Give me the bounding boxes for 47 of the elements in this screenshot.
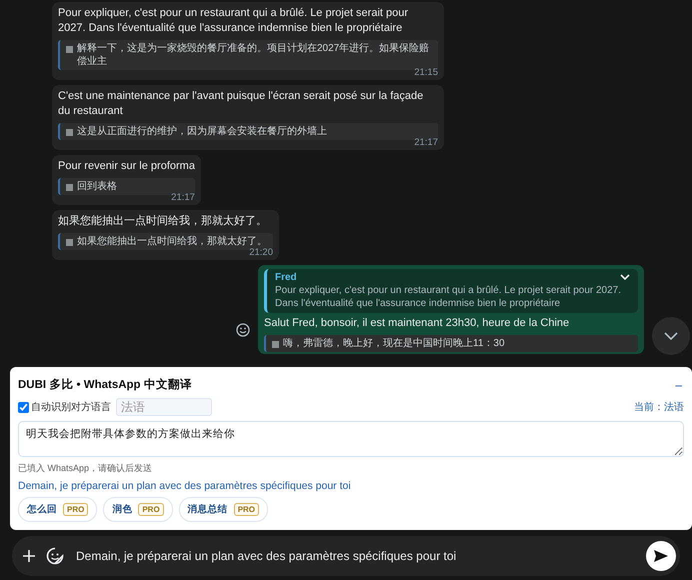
pro-badge: PRO bbox=[234, 503, 260, 516]
message-time: 21:20 bbox=[249, 247, 273, 258]
pro-badge: PRO bbox=[138, 503, 164, 516]
quote-text: Pour expliquer, c'est pour un restaurant qui a brûlé. Le projet serait pour 2027. Dans l'éventualité que l'assurance indemnise bien le propriétaire bbox=[275, 284, 622, 310]
message-text: C'est une maintenance par l'avant puisque l'écran serait posé sur la façade du restaurant bbox=[58, 89, 424, 119]
translation-result: Demain, je préparerai un plan avec des paramètres spécifiques pour toi bbox=[18, 480, 352, 492]
language-field[interactable]: 法语 bbox=[116, 398, 212, 416]
translate-icon bbox=[66, 184, 73, 191]
message-time: 21:17 bbox=[171, 192, 195, 203]
message-input[interactable]: Demain, je préparerai un plan avec des paramètres spécifiques pour toi bbox=[12, 536, 680, 576]
minimize-button[interactable]: – bbox=[673, 378, 684, 392]
translation-text: 解释一下，这是为一家烧毁的餐厅准备的。项目计划在2027年进行。如果保险赔偿业主 bbox=[77, 42, 430, 68]
panel-title: DUBI 多比 • WhatsApp 中文翻译 bbox=[18, 377, 192, 392]
status-hint: 已填入 WhatsApp，请确认后发送 bbox=[18, 462, 154, 475]
send-button[interactable] bbox=[646, 541, 676, 571]
message-text-input[interactable]: Demain, je préparerai un plan avec des paramètres spécifiques pour toi bbox=[74, 548, 636, 564]
message-text: Pour revenir sur le proforma bbox=[58, 159, 195, 174]
translation-text: 嗨，弗雷德，晚上好，现在是中国时间晚上11：30 bbox=[283, 337, 505, 350]
message-text: 如果您能抽出一点时间给我，那就太好了。 bbox=[58, 214, 268, 229]
quote-author: Fred bbox=[275, 272, 297, 283]
chevron-down-icon[interactable] bbox=[620, 274, 630, 281]
auto-detect-checkbox[interactable] bbox=[18, 402, 29, 412]
sticker-icon[interactable] bbox=[46, 547, 64, 565]
source-text-field[interactable]: 明天我会把附带具体参数的方案做出来给你 bbox=[18, 421, 684, 457]
message-time: 21:15 bbox=[414, 67, 438, 78]
message-text: Salut Fred, bonsoir, il est maintenant 23h30, heure de la Chine bbox=[264, 316, 570, 331]
action-chip[interactable]: 润色 PRO bbox=[103, 497, 173, 522]
translation-text: 回到表格 bbox=[77, 180, 117, 193]
translation-text: 这是从正面进行的维护，因为屏幕会安装在餐厅的外墙上 bbox=[77, 125, 327, 138]
emoji-icon[interactable] bbox=[236, 322, 250, 336]
scroll-down-button[interactable] bbox=[652, 317, 690, 355]
send-icon bbox=[653, 549, 669, 563]
translation-text: 如果您能抽出一点时间给我，那就太好了。 bbox=[77, 235, 267, 248]
pro-badge: PRO bbox=[63, 503, 88, 516]
action-chip[interactable]: 消息总结 PRO bbox=[178, 497, 268, 522]
chevron-down-icon bbox=[664, 332, 678, 340]
translate-icon bbox=[272, 341, 279, 348]
translate-icon bbox=[66, 46, 73, 53]
translate-icon bbox=[66, 129, 73, 136]
message-time: 21:17 bbox=[414, 137, 438, 148]
message-text: Pour expliquer, c'est pour un restaurant qui a brûlé. Le projet serait pour 2027. Dans l'éventualité que l'assurance indemnise bien le propriétaire bbox=[58, 6, 410, 36]
action-chip[interactable]: 怎么回 PRO bbox=[18, 497, 98, 522]
translate-icon bbox=[66, 239, 73, 246]
plus-icon[interactable] bbox=[22, 549, 36, 563]
quoted-message[interactable]: Fred Pour expliquer, c'est pour un restaurant qui a brûlé. Le projet serait pour 2027. Dans l'éventualité que l'assurance indemnise bien le propriétaire bbox=[264, 269, 638, 313]
checkbox-label: 自动识别对方语言 bbox=[31, 400, 111, 414]
current-language: 当前：法语 bbox=[634, 400, 684, 414]
